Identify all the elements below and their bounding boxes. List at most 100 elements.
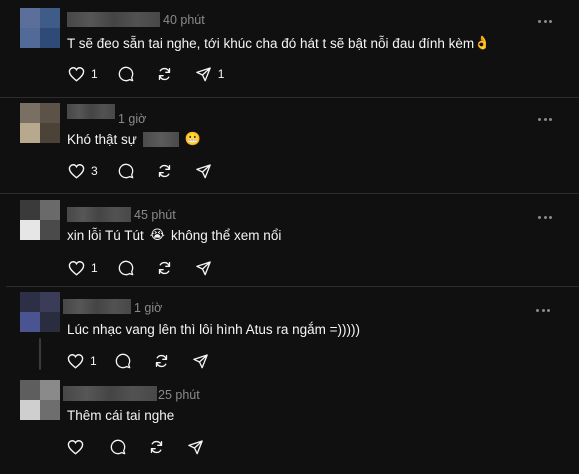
comment-body: Thêm cái tai nghe bbox=[67, 408, 175, 423]
like-button[interactable]: 1 bbox=[67, 353, 97, 369]
share-button[interactable]: 1 bbox=[195, 66, 225, 82]
comment-body-continued: không thể xem nổi bbox=[171, 228, 282, 243]
share-button[interactable] bbox=[195, 163, 212, 179]
send-icon bbox=[192, 354, 208, 369]
ok-hand-emoji: 👌 bbox=[474, 36, 491, 51]
avatar-cell bbox=[40, 400, 60, 420]
repost-icon bbox=[158, 164, 170, 178]
comment-body: Lúc nhạc vang lên thì lôi hình Atus ra n… bbox=[67, 322, 361, 337]
comment-text: Lúc nhạc vang lên thì lôi hình Atus ra n… bbox=[67, 322, 360, 337]
like-count: 1 bbox=[91, 261, 98, 275]
reply-button[interactable] bbox=[118, 163, 134, 179]
avatar[interactable] bbox=[20, 380, 60, 420]
heart-icon bbox=[68, 261, 85, 276]
more-icon[interactable] bbox=[536, 308, 550, 312]
timestamp: 1 giờ bbox=[118, 112, 147, 126]
avatar-cell bbox=[40, 8, 60, 28]
reply-item: 25 phút Thêm cái tai nghe bbox=[0, 372, 579, 474]
action-bar: 1 bbox=[67, 352, 209, 370]
avatar[interactable] bbox=[20, 200, 60, 240]
avatar-cell bbox=[40, 312, 60, 332]
avatar[interactable] bbox=[20, 103, 60, 143]
avatar-cell bbox=[20, 400, 40, 420]
mention-redacted[interactable] bbox=[142, 132, 179, 147]
like-button[interactable]: 1 bbox=[68, 66, 98, 82]
comment-body: T sẽ đeo sẵn tai nghe, tới khúc cha đó h… bbox=[67, 36, 475, 51]
share-button[interactable] bbox=[192, 353, 209, 369]
heart-icon bbox=[67, 354, 84, 369]
avatar-cell bbox=[20, 8, 40, 28]
action-bar: 1 bbox=[68, 259, 212, 277]
username-redacted[interactable] bbox=[67, 104, 115, 119]
heart-icon bbox=[68, 67, 85, 82]
repost-button[interactable] bbox=[156, 66, 173, 82]
avatar[interactable] bbox=[20, 8, 60, 48]
more-icon[interactable] bbox=[538, 19, 552, 23]
repost-button[interactable] bbox=[148, 439, 165, 455]
reply-button[interactable] bbox=[118, 260, 134, 276]
repost-button[interactable] bbox=[156, 260, 173, 276]
comment-text: xin lỗi Tú Tút 😭 không thể xem nổi bbox=[67, 228, 281, 243]
comment-text: Khó thật sự 😬 bbox=[67, 132, 201, 147]
avatar-cell bbox=[40, 123, 60, 143]
share-button[interactable] bbox=[195, 260, 212, 276]
username-redacted[interactable] bbox=[67, 12, 160, 27]
grimace-emoji: 😬 bbox=[184, 132, 202, 147]
avatar[interactable] bbox=[20, 292, 60, 332]
timestamp: 45 phút bbox=[134, 208, 176, 222]
more-icon[interactable] bbox=[538, 117, 552, 121]
avatar-cell bbox=[40, 103, 60, 123]
like-count: 1 bbox=[91, 67, 98, 81]
share-button[interactable] bbox=[187, 439, 204, 455]
username-redacted[interactable] bbox=[63, 386, 157, 401]
comment-body: xin lỗi Tú Tút bbox=[67, 228, 144, 243]
avatar-cell bbox=[40, 220, 60, 240]
like-count: 3 bbox=[91, 164, 98, 178]
reply-button[interactable] bbox=[115, 353, 131, 369]
repost-button[interactable] bbox=[156, 163, 173, 179]
action-bar bbox=[67, 438, 204, 456]
avatar-cell bbox=[40, 200, 60, 220]
thread-line bbox=[39, 338, 41, 370]
avatar-cell bbox=[20, 103, 40, 123]
action-bar: 3 bbox=[68, 162, 212, 180]
avatar-cell bbox=[40, 28, 60, 48]
comment-icon bbox=[110, 439, 126, 455]
comment-icon bbox=[118, 66, 134, 82]
crying-emoji: 😭 bbox=[149, 228, 165, 243]
comment-item: 45 phút xin lỗi Tú Tút 😭 không thể xem n… bbox=[0, 194, 579, 286]
heart-icon bbox=[68, 164, 85, 179]
like-button[interactable]: 3 bbox=[68, 163, 98, 179]
reply-button[interactable] bbox=[110, 439, 126, 455]
send-icon bbox=[195, 164, 211, 179]
send-icon bbox=[195, 261, 211, 276]
username-redacted[interactable] bbox=[67, 207, 131, 222]
repost-button[interactable] bbox=[153, 353, 170, 369]
repost-icon bbox=[155, 354, 167, 368]
comment-text: Thêm cái tai nghe bbox=[67, 408, 174, 423]
avatar-cell bbox=[20, 28, 40, 48]
comment-icon bbox=[118, 163, 134, 179]
avatar-cell bbox=[20, 200, 40, 220]
like-button[interactable]: 1 bbox=[68, 260, 98, 276]
heart-icon bbox=[67, 440, 84, 455]
send-icon bbox=[195, 67, 211, 82]
more-icon[interactable] bbox=[538, 215, 552, 219]
repost-count: 1 bbox=[217, 67, 225, 81]
send-icon bbox=[188, 440, 203, 455]
reply-button[interactable] bbox=[118, 66, 134, 82]
repost-icon bbox=[158, 261, 170, 275]
timestamp: 25 phút bbox=[158, 388, 200, 402]
like-count: 1 bbox=[90, 354, 97, 368]
username-redacted[interactable] bbox=[63, 299, 131, 314]
timestamp: 40 phút bbox=[163, 13, 205, 27]
avatar-cell bbox=[20, 380, 40, 400]
reply-item: 1 giờ Lúc nhạc vang lên thì lôi hình Atu… bbox=[0, 287, 579, 372]
avatar-cell bbox=[20, 123, 40, 143]
comment-icon bbox=[118, 260, 134, 276]
comment-item: 40 phút T sẽ đeo sẵn tai nghe, tới khúc … bbox=[0, 0, 579, 97]
like-button[interactable] bbox=[67, 439, 90, 455]
timestamp: 1 giờ bbox=[134, 301, 163, 315]
avatar-cell bbox=[20, 220, 40, 240]
comment-body: Khó thật sự bbox=[67, 132, 137, 147]
